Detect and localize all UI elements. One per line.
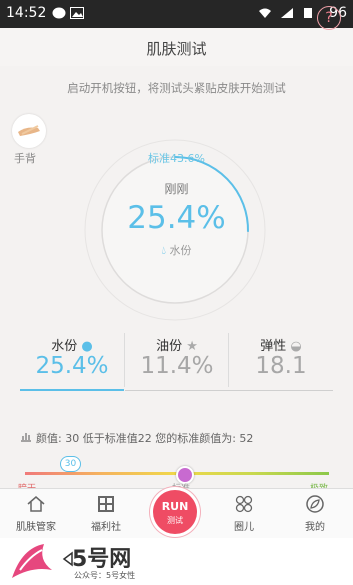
nav-item-skin-manager[interactable]: 肌肤管家 (6, 494, 66, 534)
watermark-logo-icon (12, 544, 52, 578)
stat-label-text: 水份 (51, 339, 78, 354)
stat-value: 18.1 (255, 353, 307, 379)
nav-item-mine[interactable]: 我的 (285, 494, 345, 534)
gift-icon (98, 496, 114, 512)
main-value: 25.4% (127, 200, 226, 236)
metric-label: 💧︎ 水份 (0, 242, 353, 258)
stat-water[interactable]: 水份 ● 25.4% (20, 335, 124, 391)
stat-label: 弹性 ◒ (229, 335, 333, 354)
measure-time: 刚刚 (164, 182, 189, 196)
watermark-brand: 5号网 (72, 547, 132, 572)
battery-icon (304, 8, 312, 18)
home-icon (27, 496, 45, 512)
help-button[interactable]: ? (317, 6, 341, 30)
bounce-icon: ◒ (290, 339, 302, 354)
image-icon (70, 7, 84, 19)
page-title: 肌肤测试 (146, 40, 207, 58)
stat-label-text: 弹性 (260, 339, 287, 354)
stat-value: 11.4% (140, 353, 214, 379)
metric-label-text: 水份 (169, 244, 192, 257)
water-drop-icon: ● (81, 339, 93, 354)
stat-underline (125, 390, 229, 391)
stat-label: 水份 ● (20, 335, 124, 354)
watermark-sub: 公众号：5号女性 (74, 571, 136, 580)
stat-value: 25.4% (35, 353, 109, 379)
status-time: 14:52 (6, 5, 47, 21)
stat-elasticity[interactable]: 弹性 ◒ 18.1 (229, 335, 333, 391)
standard-value: 标准43.6% (148, 152, 205, 165)
stat-underline (229, 390, 333, 391)
stat-oil[interactable]: 油份 ★ 11.4% (125, 335, 229, 391)
chat-icon (52, 7, 66, 19)
run-sub-label: 测试 (167, 516, 183, 525)
scale-bubble: 30 (60, 456, 81, 472)
nav-item-circle[interactable]: 圈儿 (214, 494, 274, 534)
stat-label: 油份 ★ (125, 335, 229, 354)
leaf-icon (306, 495, 324, 513)
nav-label: 肌肤管家 (16, 522, 56, 533)
run-label: RUN (161, 500, 189, 513)
star-icon: ★ (186, 339, 198, 354)
status-bar: 14:52 96 (0, 0, 353, 28)
hand-icon[interactable] (12, 114, 46, 148)
nav-label: 圈儿 (234, 522, 254, 533)
run-test-button[interactable]: RUN 测试 (153, 490, 197, 534)
water-drop-icon: 💧︎ (161, 244, 166, 257)
grid-circles-icon (235, 495, 253, 513)
instruction-text: 启动开机按钮，将测试头紧贴皮肤开始测试 (67, 81, 286, 95)
nav-label: 福利社 (91, 522, 121, 533)
stat-label-text: 油份 (156, 339, 183, 354)
face-value-text: 颜值: 30 低于标准值22 您的标准颜值为: 52 (36, 432, 254, 445)
chart-icon (21, 433, 31, 442)
wifi-icon (259, 8, 271, 18)
nav-item-welfare[interactable]: 福利社 (76, 494, 136, 534)
signal-icon (281, 8, 293, 18)
header: 肌肤测试 (0, 28, 353, 66)
nav-label: 我的 (305, 522, 325, 533)
stat-underline (20, 389, 124, 391)
